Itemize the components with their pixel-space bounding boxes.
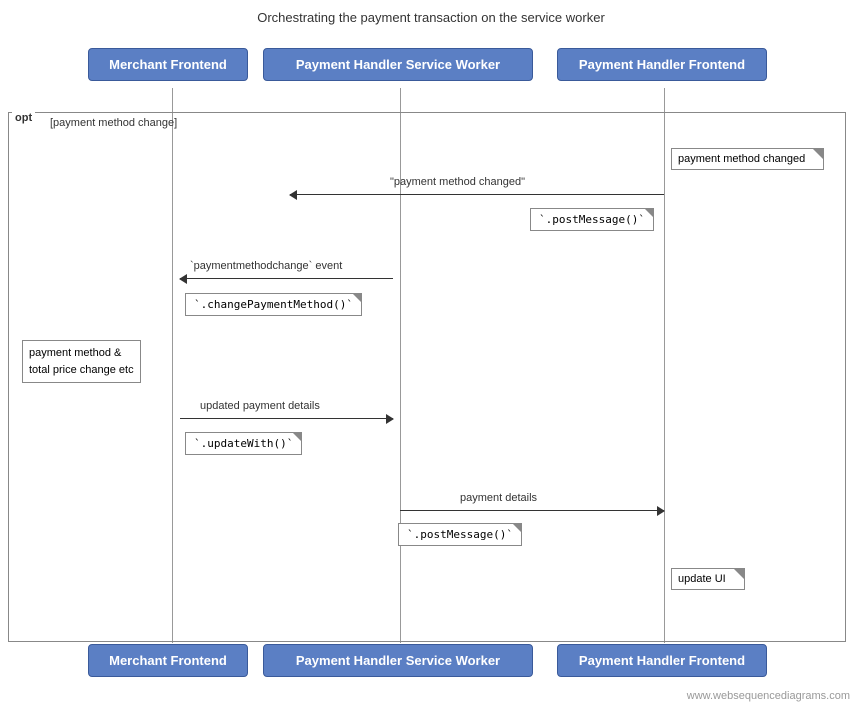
opt-condition: [payment method change] <box>50 117 177 129</box>
diagram-container: Orchestrating the payment transaction on… <box>0 0 862 710</box>
arrow-payment-method-changed: "payment method changed" <box>290 194 664 195</box>
arrow-updated-payment-details: updated payment details <box>180 418 393 419</box>
method-post-message-2: `.postMessage()` <box>398 523 522 546</box>
arrow-text-payment-method-changed: "payment method changed" <box>390 176 525 188</box>
opt-label: opt <box>12 112 35 124</box>
method-change-payment-method: `.changePaymentMethod()` <box>185 293 362 316</box>
actor-merchant-bottom: Merchant Frontend <box>88 644 248 677</box>
note-update-ui: update UI <box>671 568 745 590</box>
side-note-line1: payment method & <box>29 345 134 362</box>
arrow-payment-details: payment details <box>400 510 664 511</box>
actor-service-worker-top: Payment Handler Service Worker <box>263 48 533 81</box>
watermark: www.websequencediagrams.com <box>687 690 850 702</box>
arrow-text-payment-details: payment details <box>460 492 537 504</box>
actor-handler-frontend-top: Payment Handler Frontend <box>557 48 767 81</box>
method-post-message-1: `.postMessage()` <box>530 208 654 231</box>
actor-handler-frontend-bottom: Payment Handler Frontend <box>557 644 767 677</box>
side-note-line2: total price change etc <box>29 362 134 379</box>
arrow-paymentmethodchange: `paymentmethodchange` event <box>180 278 393 279</box>
method-update-with: `.updateWith()` <box>185 432 302 455</box>
side-note: payment method & total price change etc <box>22 340 141 383</box>
arrow-text-updated-payment: updated payment details <box>200 400 320 412</box>
actor-service-worker-bottom: Payment Handler Service Worker <box>263 644 533 677</box>
actor-merchant-top: Merchant Frontend <box>88 48 248 81</box>
diagram-title: Orchestrating the payment transaction on… <box>0 0 862 33</box>
arrow-text-paymentmethodchange: `paymentmethodchange` event <box>190 260 342 272</box>
note-payment-method-changed: payment method changed <box>671 148 824 170</box>
